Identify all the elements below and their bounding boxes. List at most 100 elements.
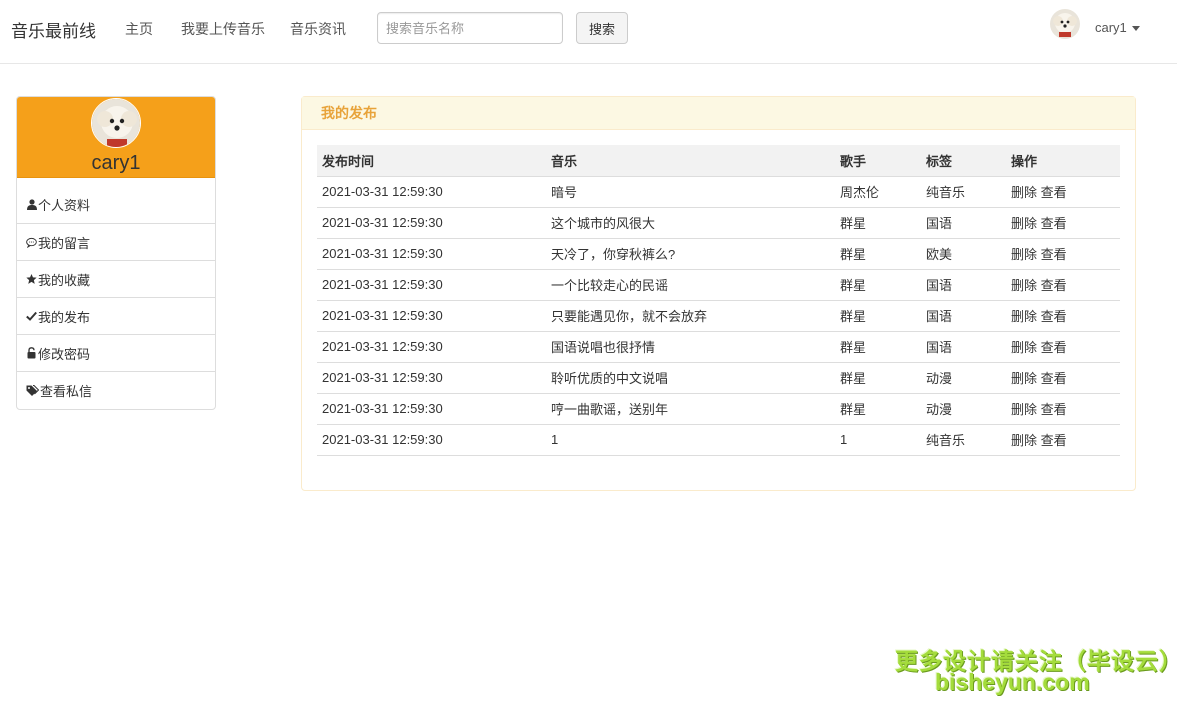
sidebar-menu: 个人资料 我的留言 我的收藏 我的发布 修改密码 查看私信 xyxy=(17,178,215,408)
search-button[interactable]: 搜索 xyxy=(576,12,628,44)
cell-singer: 群星 xyxy=(835,331,921,363)
sidebar-item-my-posts[interactable]: 我的发布 xyxy=(17,297,215,334)
brand-logo[interactable]: 音乐最前线 xyxy=(11,17,96,42)
table-row: 2021-03-31 12:59:30 1 1 纯音乐 删除 查看 xyxy=(317,424,1120,456)
user-icon xyxy=(26,199,37,211)
view-link[interactable]: 查看 xyxy=(1041,247,1067,262)
cell-actions: 删除 查看 xyxy=(1006,269,1120,301)
view-link[interactable]: 查看 xyxy=(1041,216,1067,231)
cell-time: 2021-03-31 12:59:30 xyxy=(317,269,546,301)
sidebar-item-label: 修改密码 xyxy=(38,346,91,362)
profile-header: cary1 xyxy=(17,97,215,178)
check-icon xyxy=(26,310,37,322)
sidebar-item-private-messages[interactable]: 查看私信 xyxy=(17,371,215,408)
sidebar-item-profile[interactable]: 个人资料 xyxy=(17,186,215,223)
cell-music: 天冷了，你穿秋裤么? xyxy=(546,238,835,270)
view-link[interactable]: 查看 xyxy=(1041,278,1067,293)
nav-link-upload-music[interactable]: 我要上传音乐 xyxy=(181,19,265,39)
comment-icon xyxy=(26,236,37,248)
cell-tag: 国语 xyxy=(921,269,1006,301)
cell-singer: 群星 xyxy=(835,207,921,239)
my-posts-panel: 我的发布 发布时间 音乐 歌手 标签 操作 2021-03-31 12:59:3… xyxy=(301,96,1136,491)
delete-link[interactable]: 删除 xyxy=(1011,216,1037,231)
cell-actions: 删除 查看 xyxy=(1006,176,1120,208)
table-row: 2021-03-31 12:59:30 一个比较走心的民谣 群星 国语 删除 查看 xyxy=(317,269,1120,301)
delete-link[interactable]: 删除 xyxy=(1011,278,1037,293)
column-header: 发布时间 xyxy=(317,145,546,177)
user-dropdown[interactable]: cary1 xyxy=(1095,20,1140,35)
table-header-row: 发布时间 音乐 歌手 标签 操作 xyxy=(317,145,1120,177)
view-link[interactable]: 查看 xyxy=(1041,185,1067,200)
cell-music: 国语说唱也很抒情 xyxy=(546,331,835,363)
delete-link[interactable]: 删除 xyxy=(1011,433,1037,448)
cell-music: 一个比较走心的民谣 xyxy=(546,269,835,301)
sidebar-item-label: 个人资料 xyxy=(38,198,91,213)
table-row: 2021-03-31 12:59:30 天冷了，你穿秋裤么? 群星 欧美 删除 查看 xyxy=(317,238,1120,270)
lock-icon xyxy=(26,347,37,359)
panel-title: 我的发布 xyxy=(302,97,1135,130)
profile-avatar xyxy=(91,98,141,148)
cell-actions: 删除 查看 xyxy=(1006,331,1120,363)
delete-link[interactable]: 删除 xyxy=(1011,340,1037,355)
cell-tag: 纯音乐 xyxy=(921,424,1006,456)
cell-time: 2021-03-31 12:59:30 xyxy=(317,331,546,363)
cell-music: 这个城市的风很大 xyxy=(546,207,835,239)
cell-time: 2021-03-31 12:59:30 xyxy=(317,362,546,394)
cell-music: 1 xyxy=(546,424,835,456)
watermark-url: bisheyun.com xyxy=(935,669,1090,695)
nav-username: cary1 xyxy=(1095,20,1127,35)
cell-tag: 动漫 xyxy=(921,362,1006,394)
view-link[interactable]: 查看 xyxy=(1041,433,1067,448)
cell-tag: 欧美 xyxy=(921,238,1006,270)
nav-avatar[interactable] xyxy=(1050,9,1080,39)
view-link[interactable]: 查看 xyxy=(1041,371,1067,386)
delete-link[interactable]: 删除 xyxy=(1011,185,1037,200)
cell-tag: 动漫 xyxy=(921,393,1006,425)
view-link[interactable]: 查看 xyxy=(1041,309,1067,324)
caret-down-icon xyxy=(1131,26,1140,32)
cell-actions: 删除 查看 xyxy=(1006,300,1120,332)
table-row: 2021-03-31 12:59:30 国语说唱也很抒情 群星 国语 删除 查看 xyxy=(317,331,1120,363)
sidebar-item-change-password[interactable]: 修改密码 xyxy=(17,334,215,371)
view-link[interactable]: 查看 xyxy=(1041,402,1067,417)
delete-link[interactable]: 删除 xyxy=(1011,247,1037,262)
cell-time: 2021-03-31 12:59:30 xyxy=(317,393,546,425)
star-icon xyxy=(26,273,37,285)
column-header: 操作 xyxy=(1006,145,1120,177)
cell-singer: 群星 xyxy=(835,269,921,301)
cell-singer: 群星 xyxy=(835,300,921,332)
delete-link[interactable]: 删除 xyxy=(1011,371,1037,386)
cell-singer: 群星 xyxy=(835,238,921,270)
table-row: 2021-03-31 12:59:30 暗号 周杰伦 纯音乐 删除 查看 xyxy=(317,176,1120,208)
cell-tag: 国语 xyxy=(921,207,1006,239)
view-link[interactable]: 查看 xyxy=(1041,340,1067,355)
cell-actions: 删除 查看 xyxy=(1006,207,1120,239)
sidebar-item-label: 我的留言 xyxy=(38,235,91,251)
cell-tag: 纯音乐 xyxy=(921,176,1006,208)
sidebar-item-messages[interactable]: 我的留言 xyxy=(17,223,215,260)
sidebar-item-favorites[interactable]: 我的收藏 xyxy=(17,260,215,297)
nav-link-music-news[interactable]: 音乐资讯 xyxy=(290,19,346,39)
cell-singer: 群星 xyxy=(835,393,921,425)
cell-time: 2021-03-31 12:59:30 xyxy=(317,424,546,456)
cell-time: 2021-03-31 12:59:30 xyxy=(317,300,546,332)
column-header: 标签 xyxy=(921,145,1006,177)
cell-music: 聆听优质的中文说唱 xyxy=(546,362,835,394)
column-header: 音乐 xyxy=(546,145,835,177)
cell-music: 只要能遇见你，就不会放弃 xyxy=(546,300,835,332)
cell-time: 2021-03-31 12:59:30 xyxy=(317,238,546,270)
nav-link-home[interactable]: 主页 xyxy=(125,19,153,39)
delete-link[interactable]: 删除 xyxy=(1011,309,1037,324)
profile-username: cary1 xyxy=(91,152,141,174)
table-row: 2021-03-31 12:59:30 这个城市的风很大 群星 国语 删除 查看 xyxy=(317,207,1120,239)
cell-actions: 删除 查看 xyxy=(1006,393,1120,425)
delete-link[interactable]: 删除 xyxy=(1011,402,1037,417)
cell-singer: 周杰伦 xyxy=(835,176,921,208)
cell-music: 暗号 xyxy=(546,176,835,208)
cell-singer: 1 xyxy=(835,424,921,456)
cell-singer: 群星 xyxy=(835,362,921,394)
posts-table: 发布时间 音乐 歌手 标签 操作 2021-03-31 12:59:30 暗号 周杰… xyxy=(317,145,1120,456)
sidebar-item-label: 我的发布 xyxy=(38,309,91,325)
search-input[interactable] xyxy=(377,12,563,44)
cell-music: 哼一曲歌谣，送别年 xyxy=(546,393,835,425)
